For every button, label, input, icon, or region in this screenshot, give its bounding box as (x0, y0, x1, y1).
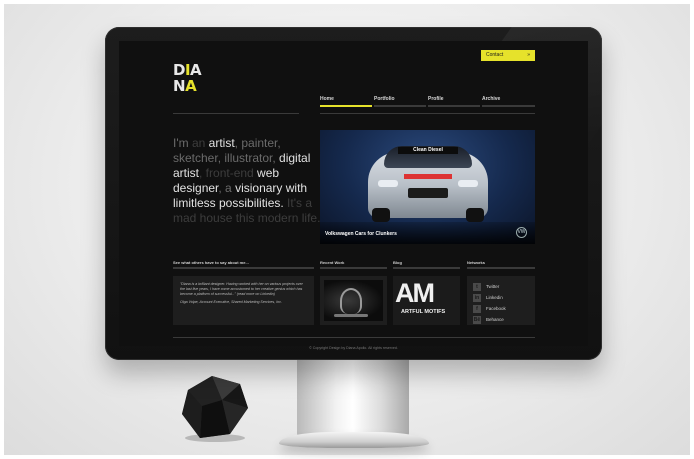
car-wheel (372, 208, 390, 222)
hero-slide[interactable]: Clean Diesel Volkswagen Cars for Clunker… (320, 130, 535, 244)
main-nav: Home Portfolio Profile Archive (320, 96, 535, 108)
website-screen: Contact » DIA NA Home Portfolio Profile … (119, 41, 588, 350)
nav-item-portfolio[interactable]: Portfolio (374, 96, 395, 102)
nav-item-archive[interactable]: Archive (482, 96, 500, 102)
tagline-text: , a (218, 181, 236, 195)
linkedin-icon: in (473, 294, 481, 302)
logo-letter: N (173, 77, 186, 95)
quote-author: Olga Volpe, Account Executive, Shared Ma… (180, 300, 283, 304)
blog-logo-label: ARTFUL MOTIFS (401, 309, 446, 315)
car-wheel (466, 208, 484, 222)
networks-title: Networks (467, 260, 486, 265)
divider (173, 113, 299, 114)
car-stripe (404, 174, 452, 179)
recent-work-thumbnail[interactable] (324, 280, 383, 321)
monitor-stand-base (279, 432, 429, 448)
divider (320, 113, 535, 114)
networks-panel: t Twitter in Linkedin f Facebook Bē Beha… (467, 276, 535, 325)
site-logo[interactable]: DIA NA (173, 62, 203, 97)
logo-letter: A (185, 77, 197, 95)
section-rule (320, 267, 387, 269)
nav-indicator (482, 105, 535, 107)
tagline-highlight: artist (208, 136, 235, 150)
quote-text: "Diana is a brilliant designer. Having w… (180, 282, 303, 296)
nav-item-home[interactable]: Home (320, 96, 334, 102)
network-label: Linkedin (486, 295, 503, 300)
vw-logo-icon: VW (516, 227, 527, 238)
hero-caption[interactable]: Volkswagen Cars for Clunkers (325, 231, 397, 237)
nav-indicator (374, 105, 426, 107)
car-banner-text: Clean Diesel (398, 147, 458, 154)
section-rule (393, 267, 460, 269)
tagline-text: an (191, 136, 209, 150)
facebook-icon: f (473, 305, 481, 313)
tagline-text: , front-end (199, 166, 258, 180)
testimonial-panel: "Diana is a brilliant designer. Having w… (173, 276, 314, 325)
monitor-stand-neck (297, 355, 409, 439)
network-label: Twitter (486, 284, 500, 289)
contact-button[interactable]: Contact » (481, 50, 535, 61)
car-grille (408, 188, 448, 198)
car-headlight (378, 180, 398, 187)
blog-panel: AM ARTFUL MOTIFS (393, 276, 460, 325)
testimonial-quote: "Diana is a brilliant designer. Having w… (180, 282, 304, 305)
behance-icon: Bē (473, 316, 481, 324)
blog-thumbnail[interactable]: AM ARTFUL MOTIFS (393, 276, 460, 325)
recent-work-panel (320, 276, 387, 325)
tagline-text: I'm (173, 136, 192, 150)
blog-title: Blog (393, 260, 402, 265)
network-label: Behance (486, 317, 504, 322)
footer-copyright: © Copyright Design by Diana Apollo. All … (309, 346, 398, 350)
recent-work-graphic (340, 288, 362, 314)
recent-work-graphic (334, 314, 368, 317)
section-rule (173, 267, 314, 269)
blog-logo-mark: AM (395, 278, 435, 308)
intro-tagline: I'm an artist, painter, sketcher, illust… (173, 136, 321, 226)
section-rule (467, 267, 535, 269)
nav-active-indicator (320, 105, 372, 107)
car-headlight (458, 180, 478, 187)
gem-ornament-icon (182, 376, 248, 442)
testimonial-title: See what others have to say about me... (173, 260, 249, 265)
footer-divider (173, 337, 535, 338)
nav-indicator (428, 105, 480, 107)
monitor: Contact » DIA NA Home Portfolio Profile … (105, 27, 602, 360)
contact-label: Contact (486, 52, 504, 58)
twitter-icon: t (473, 283, 481, 291)
chevron-right-icon: » (527, 52, 530, 58)
network-label: Facebook (486, 306, 506, 311)
recent-work-title: Recent Work (320, 260, 345, 265)
nav-item-profile[interactable]: Profile (428, 96, 444, 102)
hero-caption-bar: Volkswagen Cars for Clunkers VW (320, 222, 535, 244)
